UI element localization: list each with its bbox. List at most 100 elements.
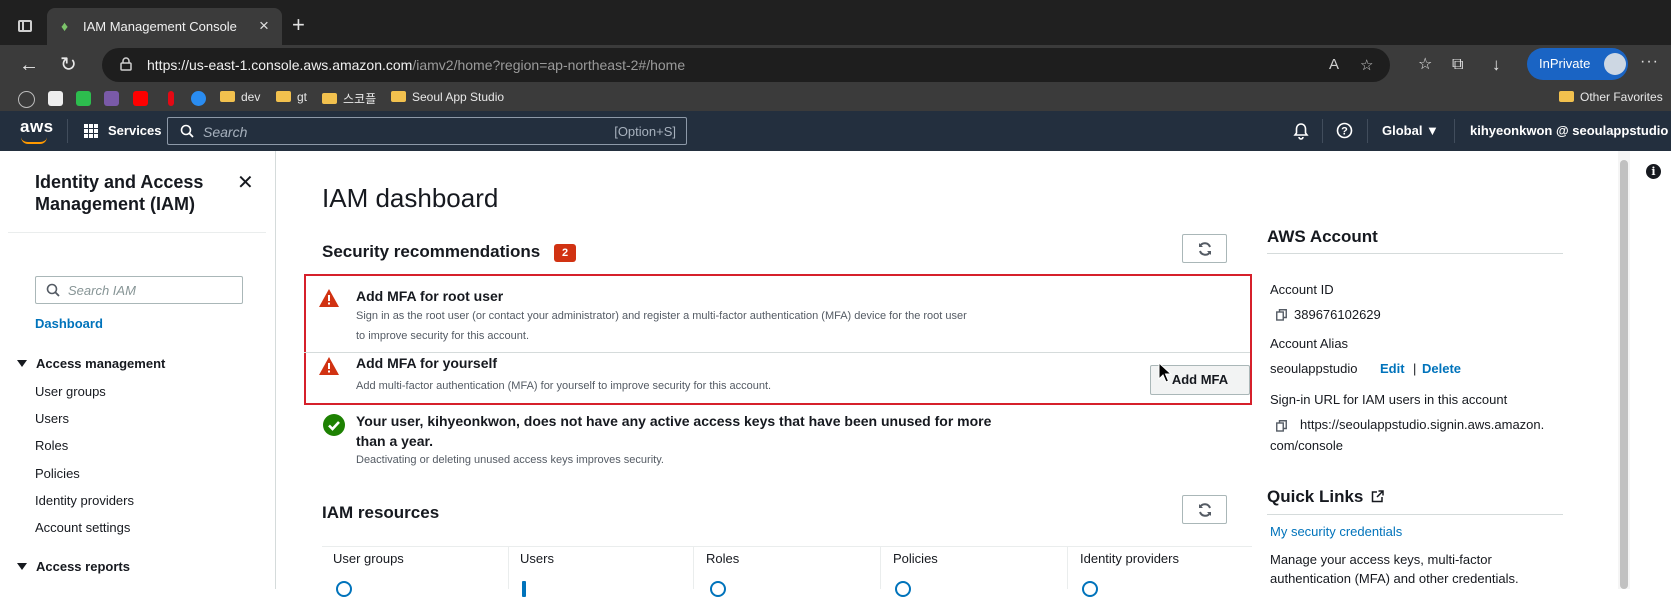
m-app-icon[interactable] (191, 91, 206, 106)
copy-icon[interactable] (1276, 420, 1287, 432)
help-icon[interactable]: ? (1336, 122, 1353, 139)
mouse-cursor-icon (1158, 362, 1173, 383)
sidebar-item-dashboard[interactable]: Dashboard (35, 316, 103, 331)
sidebar-section-access-management[interactable]: Access management (17, 356, 165, 371)
bookmark-folder-scope[interactable]: 스코플 (322, 90, 376, 107)
svg-text:?: ? (1341, 126, 1348, 138)
sidebar-item-account-settings[interactable]: Account settings (35, 520, 130, 535)
refresh-resources-button[interactable] (1182, 495, 1227, 524)
resource-count-indicator (895, 581, 911, 597)
region-selector[interactable]: Global ▼ (1382, 123, 1439, 138)
account-alias-value: seoulappstudio (1270, 361, 1358, 376)
sidebar-section-access-reports[interactable]: Access reports (17, 559, 130, 574)
folder-icon (1559, 91, 1574, 102)
sidebar-item-identity-providers[interactable]: Identity providers (35, 493, 134, 508)
nav-divider (1454, 119, 1455, 143)
inprivate-button[interactable]: InPrivate (1527, 48, 1628, 80)
console-search-input[interactable]: Search [Option+S] (167, 117, 687, 145)
back-icon[interactable]: ← (19, 54, 39, 76)
signin-url-line2[interactable]: com/console (1270, 438, 1343, 453)
bell-icon[interactable] (1293, 122, 1309, 140)
divider (322, 546, 1252, 547)
services-menu[interactable]: Services (108, 123, 162, 138)
edit-alias-link[interactable]: Edit (1380, 361, 1405, 376)
services-grid-icon[interactable] (84, 124, 98, 138)
info-icon[interactable]: i (1646, 164, 1661, 179)
caret-down-icon (17, 360, 27, 367)
netflix-icon[interactable] (168, 91, 174, 106)
signin-url-label: Sign-in URL for IAM users in this accoun… (1270, 392, 1508, 407)
new-tab-icon[interactable]: + (292, 14, 305, 36)
sidebar-item-policies[interactable]: Policies (35, 466, 80, 481)
folder-icon (322, 93, 337, 104)
search-shortcut: [Option+S] (614, 124, 676, 139)
browser-tab-bar: ♦ IAM Management Console × + (0, 0, 1671, 45)
warning-icon (319, 357, 339, 375)
account-menu[interactable]: kihyeonkwon @ seoulappstudio ▼ (1470, 123, 1671, 138)
sidebar-item-users[interactable]: Users (35, 411, 69, 426)
account-id-label: Account ID (1270, 282, 1334, 297)
resource-count-indicator (1082, 581, 1098, 597)
rec-title-root-mfa: Add MFA for root user (356, 288, 504, 304)
other-favorites[interactable]: Other Favorites (1559, 90, 1663, 107)
profile-avatar (1604, 53, 1626, 75)
favorites-icon[interactable]: ☆ (1418, 54, 1432, 76)
sidebar-item-roles[interactable]: Roles (35, 438, 68, 453)
divider (1267, 514, 1563, 515)
browser-tab-iam[interactable]: ♦ IAM Management Console × (47, 8, 282, 45)
bookmark-folder-dev[interactable]: dev (220, 90, 260, 107)
divider (1267, 253, 1563, 254)
search-iam-input[interactable]: Search IAM (35, 276, 243, 304)
page-title: IAM dashboard (322, 183, 499, 213)
read-aloud-icon[interactable]: A (1329, 56, 1339, 73)
access-keys-status-title: Your user, kihyeonkwon, does not have an… (356, 413, 992, 449)
divider (880, 546, 881, 589)
aws-account-heading: AWS Account (1267, 227, 1378, 246)
rec-title-self-mfa: Add MFA for yourself (356, 355, 498, 371)
folder-icon (391, 91, 406, 102)
warning-icon (319, 289, 339, 307)
resource-users[interactable]: Users (520, 551, 554, 566)
refresh-recommendations-button[interactable] (1182, 234, 1227, 263)
resource-user-groups[interactable]: User groups (333, 551, 404, 566)
tab-title: IAM Management Console (83, 19, 237, 34)
delete-alias-link[interactable]: Delete (1422, 361, 1461, 376)
account-id-value: 389676102629 (1294, 307, 1381, 322)
refresh-icon[interactable]: ↻ (60, 54, 77, 76)
more-menu-icon[interactable]: ··· (1640, 53, 1659, 71)
notion-icon[interactable] (48, 91, 63, 106)
recommendation-count-badge: 2 (554, 244, 576, 262)
nav-divider (1322, 119, 1323, 143)
tab-close-icon[interactable]: × (259, 16, 269, 36)
scrollbar-thumb[interactable] (1620, 160, 1628, 589)
refresh-icon (1199, 503, 1211, 517)
tab-actions-icon[interactable] (18, 20, 32, 32)
folder-icon (276, 91, 291, 102)
download-icon[interactable]: ↓ (1492, 54, 1501, 76)
key-icon: ♦ (61, 18, 69, 34)
sidebar-item-user-groups[interactable]: User groups (35, 384, 106, 399)
resource-count-indicator (336, 581, 352, 597)
url-input[interactable]: https://us-east-1.console.aws.amazon.com… (102, 48, 1390, 82)
copy-icon[interactable] (1276, 309, 1287, 321)
bookmark-folder-gt[interactable]: gt (276, 90, 307, 107)
resource-identity-providers[interactable]: Identity providers (1080, 551, 1179, 566)
resource-roles[interactable]: Roles (706, 551, 739, 566)
iam-resources-heading: IAM resources (322, 503, 440, 522)
aws-logo-smile (21, 137, 47, 144)
github-icon[interactable] (18, 91, 35, 108)
resource-count-indicator (710, 581, 726, 597)
app-icon[interactable] (104, 91, 119, 106)
resource-policies[interactable]: Policies (893, 551, 938, 566)
divider (1067, 546, 1068, 589)
youtube-icon[interactable] (133, 91, 148, 106)
collections-icon[interactable]: ⧉ (1452, 54, 1463, 76)
signin-url-line1[interactable]: https://seoulappstudio.signin.aws.amazon… (1300, 417, 1544, 432)
close-icon[interactable]: ✕ (237, 170, 254, 195)
resource-count-indicator (522, 581, 526, 597)
favorite-star-icon[interactable]: ☆ (1360, 56, 1373, 74)
naver-icon[interactable] (76, 91, 91, 106)
aws-logo[interactable]: aws (20, 117, 54, 137)
my-security-credentials-link[interactable]: My security credentials (1270, 524, 1402, 539)
bookmark-folder-seoul-app-studio[interactable]: Seoul App Studio (391, 90, 504, 107)
